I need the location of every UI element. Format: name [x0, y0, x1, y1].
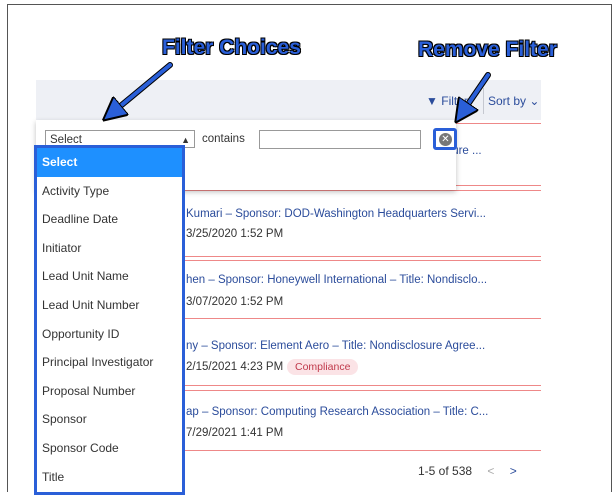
dropdown-option[interactable]: Lead Unit Name — [37, 262, 182, 291]
dropdown-option[interactable]: Proposal Number — [37, 377, 182, 406]
dropdown-option[interactable]: Opportunity ID — [37, 320, 182, 349]
row-date: 2/15/2021 4:23 PM — [186, 361, 284, 373]
filter-field-dropdown: Select Activity Type Deadline Date Initi… — [34, 145, 185, 495]
dropdown-option[interactable]: Sponsor Code — [37, 434, 182, 463]
dropdown-option[interactable]: Select — [37, 148, 182, 177]
filter-value-input[interactable] — [259, 130, 421, 149]
filter-operator[interactable]: contains — [202, 133, 245, 145]
row-divider — [444, 123, 541, 124]
pagination-range: 1-5 of 538 — [418, 464, 473, 478]
sort-by-label: Sort by — [488, 94, 527, 108]
next-page-button[interactable]: > — [510, 464, 517, 478]
row-title[interactable]: ny – Sponsor: Element Aero – Title: Nond… — [186, 340, 485, 352]
sort-by-button[interactable]: Sort by ⌄ — [488, 94, 539, 108]
remove-filter-button[interactable]: ✕ — [433, 128, 457, 150]
previous-page-button[interactable]: < — [487, 464, 494, 478]
row-date: 7/29/2021 1:41 PM — [186, 427, 284, 439]
funnel-icon: ▼ — [426, 94, 438, 108]
status-badge: Compliance — [287, 359, 359, 375]
dropdown-option[interactable]: Lead Unit Number — [37, 291, 182, 320]
filter-button-label: Filter — [441, 94, 468, 108]
row-title[interactable]: Kumari – Sponsor: DOD-Washington Headqua… — [186, 208, 486, 220]
row-date: 3/25/2020 1:52 PM — [186, 228, 284, 240]
pagination: 1-5 of 538 < > — [418, 464, 517, 478]
toolbar-divider — [483, 88, 484, 114]
row-title[interactable]: hen – Sponsor: Honeywell International –… — [186, 274, 487, 286]
dropdown-option[interactable]: Sponsor — [37, 405, 182, 434]
callout-remove-filter: Remove Filter — [418, 38, 557, 61]
callout-filter-choices: Filter Choices — [162, 36, 301, 59]
filter-button[interactable]: ▼ Filter — [426, 94, 468, 108]
dropdown-option[interactable]: Initiator — [37, 234, 182, 263]
dropdown-option[interactable]: Principal Investigator — [37, 348, 182, 377]
row-date: 3/07/2020 1:52 PM — [186, 296, 284, 308]
dropdown-option[interactable]: Title — [37, 463, 182, 492]
list-toolbar: ▼ Filter Sort by ⌄ — [36, 80, 541, 120]
circle-x-icon: ✕ — [439, 133, 452, 146]
row-divider — [444, 185, 541, 186]
row-title[interactable]: ap – Sponsor: Computing Research Associa… — [186, 406, 488, 418]
dropdown-option[interactable]: Activity Type — [37, 177, 182, 206]
dropdown-option[interactable]: Deadline Date — [37, 205, 182, 234]
chevron-down-icon: ⌄ — [529, 94, 540, 108]
